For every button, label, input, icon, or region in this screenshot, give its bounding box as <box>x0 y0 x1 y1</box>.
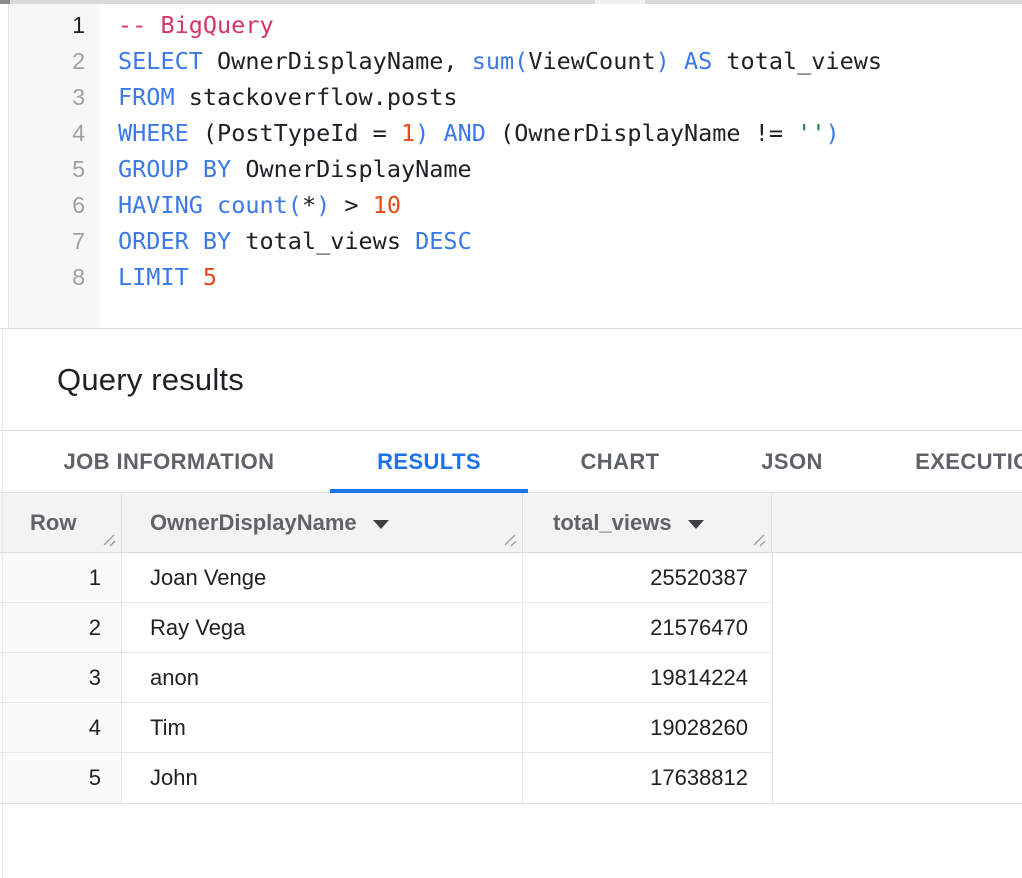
owner-cell: Joan Venge <box>122 553 523 602</box>
code-text: WHERE (PostTypeId = 1) AND (OwnerDisplay… <box>100 115 840 151</box>
line-number: 4 <box>0 115 100 151</box>
column-label: Row <box>30 510 76 536</box>
column-header-ownerdisplayname: OwnerDisplayName <box>122 493 523 552</box>
code-line: 1-- BigQuery <box>0 7 1022 43</box>
total-views-cell: 17638812 <box>523 753 772 803</box>
owner-cell: John <box>122 753 523 803</box>
tab-execution-details[interactable]: EXECUTION DETAILS <box>872 431 1022 492</box>
line-number: 6 <box>0 187 100 223</box>
line-number: 1 <box>0 7 100 43</box>
table-row[interactable]: 2Ray Vega21576470 <box>0 603 772 653</box>
tab-json[interactable]: JSON <box>712 431 872 492</box>
tab-label: RESULTS <box>377 449 481 475</box>
tab-label: JOB INFORMATION <box>64 449 275 475</box>
owner-cell: Tim <box>122 703 523 752</box>
total-views-cell: 19814224 <box>523 653 772 702</box>
sort-dropdown-icon[interactable] <box>373 520 389 529</box>
line-number: 8 <box>0 259 100 295</box>
sql-editor[interactable]: 1-- BigQuery2SELECT OwnerDisplayName, su… <box>0 4 1022 328</box>
column-header-row: Row <box>0 493 122 552</box>
panel-left-edge <box>2 329 3 878</box>
row-number-cell: 3 <box>0 653 122 702</box>
code-line: 8LIMIT 5 <box>0 259 1022 295</box>
code-line: 2SELECT OwnerDisplayName, sum(ViewCount)… <box>0 43 1022 79</box>
code-text: GROUP BY OwnerDisplayName <box>100 151 472 187</box>
column-label: total_views <box>553 510 672 536</box>
code-line: 4WHERE (PostTypeId = 1) AND (OwnerDispla… <box>0 115 1022 151</box>
table-row[interactable]: 5John17638812 <box>0 753 772 803</box>
row-number-cell: 1 <box>0 553 122 602</box>
line-number: 5 <box>0 151 100 187</box>
code-text: ORDER BY total_views DESC <box>100 223 472 259</box>
owner-cell: anon <box>122 653 523 702</box>
line-number: 3 <box>0 79 100 115</box>
line-number: 7 <box>0 223 100 259</box>
tab-results[interactable]: RESULTS <box>330 431 528 492</box>
total-views-cell: 21576470 <box>523 603 772 652</box>
table-body: 1Joan Venge255203872Ray Vega215764703ano… <box>0 553 773 803</box>
resize-handle-icon[interactable] <box>502 532 517 547</box>
results-tabbar: JOB INFORMATION RESULTS CHART JSON EXECU… <box>0 431 1022 493</box>
row-number-cell: 5 <box>0 753 122 803</box>
code-text: FROM stackoverflow.posts <box>100 79 458 115</box>
column-header-total-views: total_views <box>523 493 772 552</box>
code-line: 7ORDER BY total_views DESC <box>0 223 1022 259</box>
tab-label: EXECUTION DETAILS <box>915 449 1022 475</box>
code-line: 3FROM stackoverflow.posts <box>0 79 1022 115</box>
code-line: 5GROUP BY OwnerDisplayName <box>0 151 1022 187</box>
resize-handle-icon[interactable] <box>751 532 766 547</box>
row-number-cell: 2 <box>0 603 122 652</box>
table-row[interactable]: 1Joan Venge25520387 <box>0 553 772 603</box>
tab-label: CHART <box>581 449 660 475</box>
resize-handle-icon[interactable] <box>101 532 116 547</box>
line-number: 2 <box>0 43 100 79</box>
results-table: Row OwnerDisplayName total_views <box>0 493 1022 803</box>
column-label: OwnerDisplayName <box>150 510 357 536</box>
code-line: 6HAVING count(*) > 10 <box>0 187 1022 223</box>
tab-label: JSON <box>761 449 823 475</box>
query-results-title: Query results <box>57 362 244 398</box>
table-bottom-border <box>0 803 1022 804</box>
tab-chart[interactable]: CHART <box>528 431 712 492</box>
table-row[interactable]: 4Tim19028260 <box>0 703 772 753</box>
code-lines: 1-- BigQuery2SELECT OwnerDisplayName, su… <box>0 7 1022 295</box>
column-header-filler <box>772 493 1022 552</box>
total-views-cell: 25520387 <box>523 553 772 602</box>
table-header-row: Row OwnerDisplayName total_views <box>0 493 1022 553</box>
owner-cell: Ray Vega <box>122 603 523 652</box>
code-text: -- BigQuery <box>100 7 274 43</box>
table-row[interactable]: 3anon19814224 <box>0 653 772 703</box>
code-text: SELECT OwnerDisplayName, sum(ViewCount) … <box>100 43 882 79</box>
query-results-header: Query results <box>0 329 1022 430</box>
bigquery-results-panel: 1-- BigQuery2SELECT OwnerDisplayName, su… <box>0 0 1022 878</box>
row-number-cell: 4 <box>0 703 122 752</box>
sort-dropdown-icon[interactable] <box>688 520 704 529</box>
code-text: HAVING count(*) > 10 <box>100 187 401 223</box>
code-text: LIMIT 5 <box>100 259 217 295</box>
total-views-cell: 19028260 <box>523 703 772 752</box>
tab-job-information[interactable]: JOB INFORMATION <box>8 431 330 492</box>
